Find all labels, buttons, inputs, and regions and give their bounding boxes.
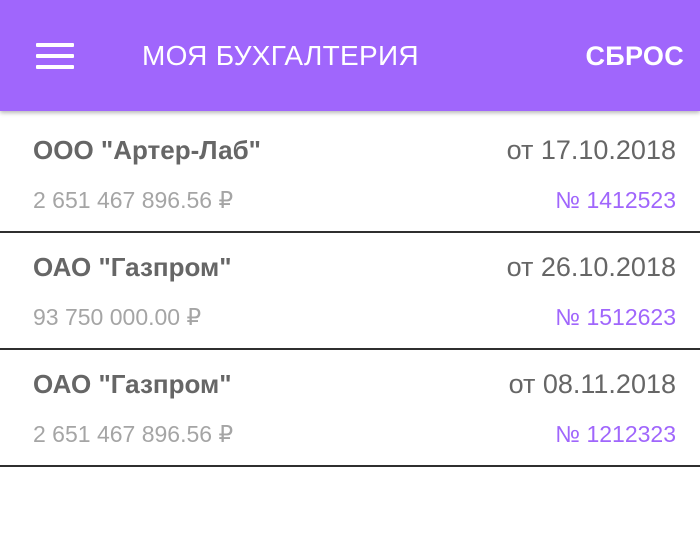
document-amount: 93 750 000.00 ₽ <box>33 304 202 330</box>
document-date: от 26.10.2018 <box>506 252 676 282</box>
company-name: ООО "Артер-Лаб" <box>33 135 262 165</box>
documents-list: ООО "Артер-Лаб" от 17.10.2018 2 651 467 … <box>0 116 700 467</box>
list-item[interactable]: ООО "Артер-Лаб" от 17.10.2018 2 651 467 … <box>0 116 700 233</box>
document-number: № 1512623 <box>555 304 676 330</box>
company-name: ОАО "Газпром" <box>33 369 232 399</box>
hamburger-menu-icon[interactable] <box>36 40 74 70</box>
company-name: ОАО "Газпром" <box>33 252 232 282</box>
document-amount: 2 651 467 896.56 ₽ <box>33 187 234 213</box>
document-number: № 1412523 <box>555 187 676 213</box>
document-number: № 1212323 <box>555 421 676 447</box>
list-item[interactable]: ОАО "Газпром" от 08.11.2018 2 651 467 89… <box>0 350 700 467</box>
app-bar: МОЯ БУХГАЛТЕРИЯ СБРОС <box>0 0 700 111</box>
document-date: от 08.11.2018 <box>508 369 676 399</box>
app-title: МОЯ БУХГАЛТЕРИЯ <box>142 40 419 71</box>
reset-button[interactable]: СБРОС <box>585 38 684 74</box>
list-item[interactable]: ОАО "Газпром" от 26.10.2018 93 750 000.0… <box>0 233 700 350</box>
document-date: от 17.10.2018 <box>506 135 676 165</box>
document-amount: 2 651 467 896.56 ₽ <box>33 421 234 447</box>
